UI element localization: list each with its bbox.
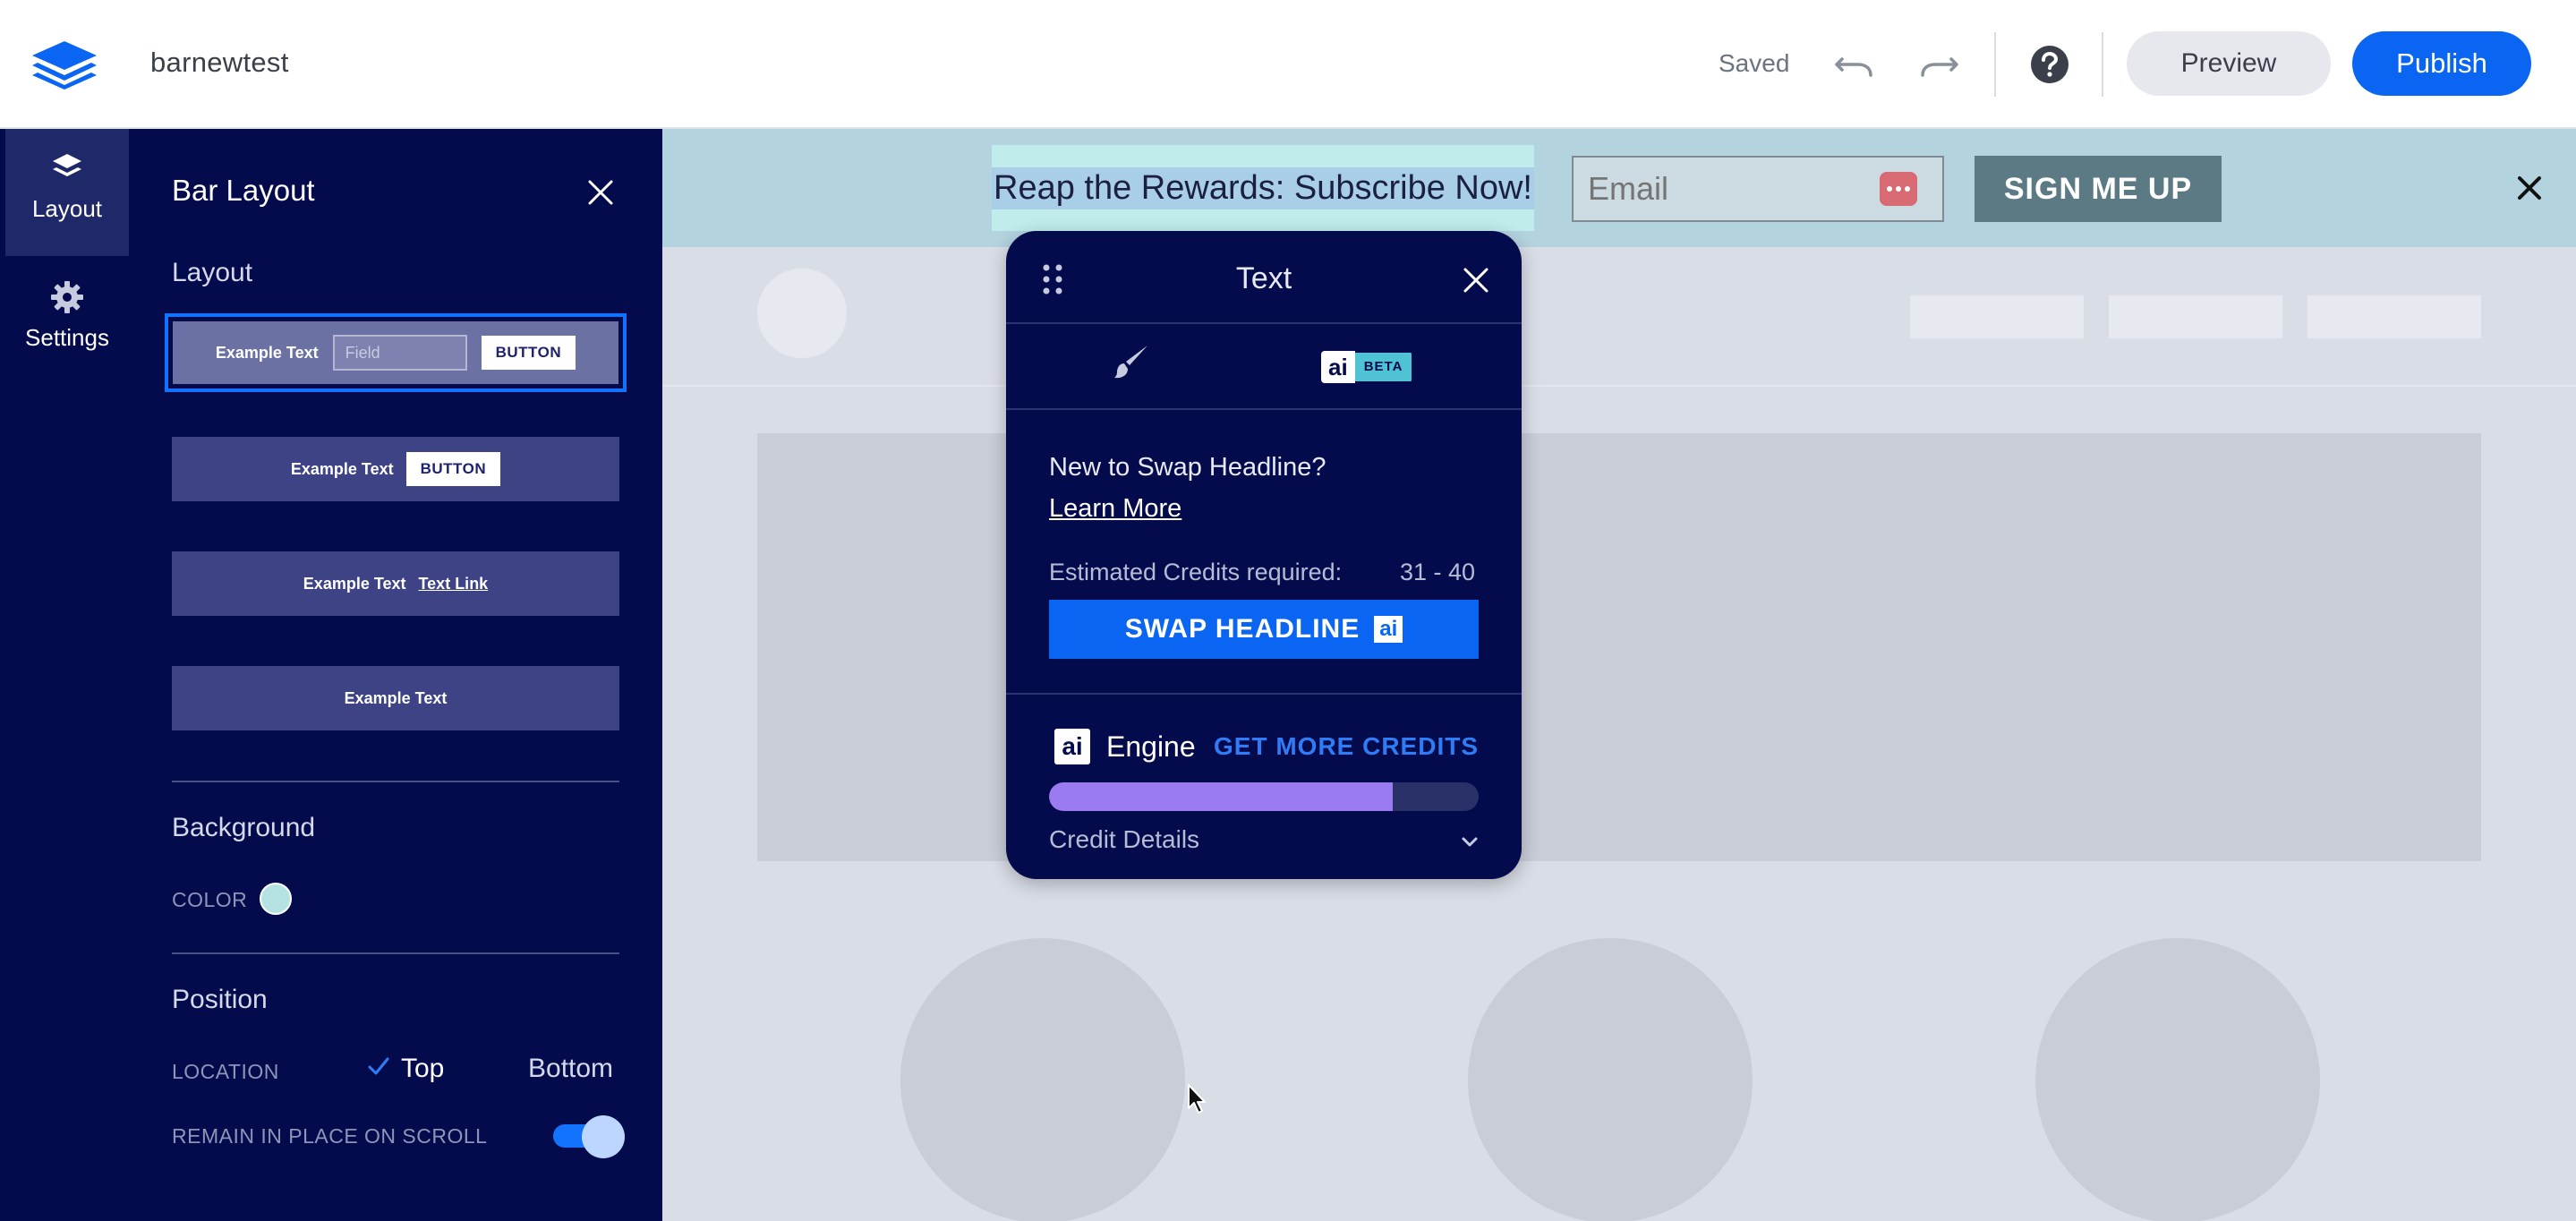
ai-badge: ai [1374, 616, 1403, 643]
toggle-knob [582, 1115, 625, 1158]
location-bottom-option[interactable]: Bottom [528, 1054, 613, 1084]
placeholder-nav-item [1910, 295, 2084, 338]
ai-beta-tab[interactable]: ai BETA [1321, 351, 1412, 383]
layout-option-text-link[interactable]: Example Text Text Link [172, 551, 619, 616]
page-canvas: Reap the Rewards: Subscribe Now! SIGN ME… [662, 129, 2576, 1221]
layout-option-button-preview: BUTTON [405, 452, 501, 486]
panel-title: Bar Layout [172, 174, 315, 207]
credits-required-label: Estimated Credits required: [1049, 559, 1343, 585]
site-name[interactable]: barnewtest [150, 47, 289, 79]
placeholder-divider [662, 385, 2576, 387]
popover-title: Text [1235, 261, 1292, 295]
toolbar-divider [2102, 32, 2103, 97]
layout-option-text: Example Text [344, 688, 448, 707]
position-section-title: Position [172, 985, 268, 1014]
background-section-title: Background [172, 813, 316, 842]
rail-item-layout[interactable]: Layout [5, 129, 129, 256]
credit-details-toggle[interactable]: Credit Details [1049, 825, 1199, 854]
layout-option-link: Text Link [418, 574, 489, 593]
background-color-swatch[interactable] [260, 883, 292, 915]
popover-divider [1006, 408, 1522, 410]
ai-badge: ai [1321, 351, 1355, 383]
placeholder-avatar [757, 269, 847, 358]
toolbar-divider [1994, 32, 1996, 97]
layout-option-text: Example Text [303, 574, 406, 593]
location-top-option[interactable]: Top [401, 1054, 444, 1084]
layout-option-text: Example Text [290, 459, 394, 478]
section-divider [172, 952, 619, 954]
top-bar: barnewtest Saved Preview Publish [0, 0, 2576, 129]
placeholder-circle [900, 938, 1185, 1221]
placeholder-nav-item [2307, 295, 2481, 338]
paintbrush-icon[interactable] [1112, 342, 1151, 381]
left-rail: Layout Settings [0, 129, 129, 1221]
rail-item-label: Layout [31, 195, 103, 222]
swap-headline-button[interactable]: SWAP HEADLINE ai [1049, 600, 1479, 659]
publish-button[interactable]: Publish [2352, 31, 2531, 96]
layout-option-text: Example Text [215, 343, 319, 362]
swap-headline-label: SWAP HEADLINE [1124, 614, 1361, 644]
close-icon[interactable] [2515, 174, 2544, 202]
sign-up-button[interactable]: SIGN ME UP [1975, 156, 2222, 222]
layout-option-button[interactable]: Example Text BUTTON [172, 437, 619, 501]
text-popover: Text ai BETA New to Swap Headline? Learn… [1006, 231, 1522, 879]
promo-headline[interactable]: Reap the Rewards: Subscribe Now! [992, 145, 1534, 231]
credit-progress-bar [1049, 782, 1479, 811]
learn-more-link[interactable]: Learn More [1049, 494, 1181, 524]
promo-bar[interactable]: Reap the Rewards: Subscribe Now! SIGN ME… [662, 129, 2576, 247]
popover-divider [1006, 693, 1522, 695]
layout-option-button: BUTTON [481, 336, 576, 370]
chevron-down-icon[interactable] [1459, 831, 1480, 852]
color-label: COLOR [172, 888, 248, 911]
undo-icon[interactable] [1833, 45, 1874, 84]
mouse-cursor-icon [1188, 1084, 1206, 1114]
layers-logo-icon[interactable] [30, 39, 98, 90]
credits-required-value: 31 - 40 [1400, 559, 1476, 585]
placeholder-circle [1468, 938, 1753, 1221]
layout-option-field-button[interactable]: Example Text Field BUTTON [165, 313, 627, 392]
close-icon[interactable] [1463, 267, 1489, 294]
placeholder-nav-item [2109, 295, 2282, 338]
redo-icon[interactable] [1919, 45, 1960, 84]
section-divider [172, 781, 619, 782]
help-icon[interactable] [2030, 45, 2069, 84]
remain-on-scroll-label: REMAIN IN PLACE ON SCROLL [172, 1124, 488, 1148]
saved-status: Saved [1719, 49, 1790, 77]
layout-option-text-only[interactable]: Example Text [172, 666, 619, 730]
password-manager-icon[interactable] [1880, 172, 1917, 206]
beta-badge: BETA [1354, 353, 1412, 381]
engine-label: Engine [1106, 730, 1196, 763]
layout-option-field: Field [332, 335, 467, 371]
rail-item-label: Settings [25, 324, 109, 351]
location-label: LOCATION [172, 1060, 279, 1083]
bar-layout-panel: Bar Layout Layout Example Text Field BUT… [129, 129, 662, 1221]
swap-intro-text: New to Swap Headline? [1049, 453, 1326, 482]
rail-item-settings[interactable]: Settings [5, 258, 129, 385]
placeholder-circle [2035, 938, 2320, 1221]
gear-icon [51, 281, 83, 313]
promo-headline-text: Reap the Rewards: Subscribe Now! [992, 166, 1534, 209]
ai-engine-badge: ai [1054, 729, 1090, 764]
close-icon[interactable] [587, 179, 614, 206]
get-more-credits-link[interactable]: GET MORE CREDITS [1214, 732, 1479, 761]
layers-icon [53, 154, 81, 176]
preview-button[interactable]: Preview [2127, 31, 2331, 96]
credit-progress-fill [1049, 782, 1393, 811]
layout-section-title: Layout [172, 258, 253, 287]
popover-divider [1006, 322, 1522, 324]
checkmark-icon [368, 1057, 389, 1075]
remain-on-scroll-toggle[interactable] [553, 1115, 625, 1158]
